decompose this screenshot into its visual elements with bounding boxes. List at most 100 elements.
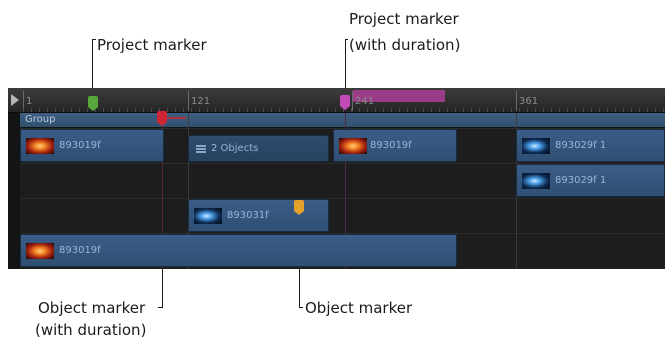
- ruler-minor-tick: [71, 108, 72, 112]
- playhead-icon[interactable]: [11, 94, 19, 106]
- ruler-minor-tick: [143, 108, 144, 112]
- ruler-minor-tick: [359, 108, 360, 112]
- ruler-minor-tick: [575, 108, 576, 112]
- track-row: [20, 198, 665, 234]
- ruler-minor-tick: [263, 108, 264, 112]
- ruler-minor-tick: [287, 108, 288, 112]
- ruler-minor-tick: [407, 108, 408, 112]
- ruler-minor-tick: [271, 108, 272, 112]
- group-row[interactable]: Group: [20, 113, 665, 127]
- timeline-ruler[interactable]: 1 121 241 361: [8, 88, 665, 113]
- ruler-minor-tick: [423, 108, 424, 112]
- ruler-minor-tick: [391, 108, 392, 112]
- ruler-minor-tick: [647, 108, 648, 112]
- leader-object-marker-duration-tick: [158, 307, 162, 308]
- ruler-tick: [188, 91, 189, 111]
- ruler-minor-tick: [47, 108, 48, 112]
- ruler-minor-tick: [127, 108, 128, 112]
- leader-object-marker-tick: [299, 307, 303, 308]
- ruler-minor-tick: [367, 108, 368, 112]
- ruler-minor-tick: [151, 108, 152, 112]
- callout-project-marker: Project marker: [97, 36, 207, 54]
- project-marker-icon[interactable]: [88, 96, 98, 111]
- clip-row3-1[interactable]: 893031f: [188, 199, 329, 232]
- ruler-minor-tick: [519, 108, 520, 112]
- ruler-minor-tick: [111, 108, 112, 112]
- ruler-minor-tick: [351, 108, 352, 112]
- ruler-label-121: 121: [191, 96, 211, 107]
- object-marker-icon[interactable]: [294, 200, 304, 215]
- clip-thumbnail-icon: [26, 138, 54, 154]
- ruler-label-241: 241: [355, 96, 375, 107]
- ruler-minor-tick: [383, 108, 384, 112]
- ruler-minor-tick: [279, 108, 280, 112]
- ruler-minor-tick: [415, 108, 416, 112]
- callout-object-marker: Object marker: [305, 299, 413, 317]
- clip-row1-1[interactable]: 893019f: [20, 129, 164, 162]
- ruler-minor-tick: [607, 108, 608, 112]
- ruler-tick: [516, 91, 517, 111]
- clip-label: 893019f: [59, 140, 101, 151]
- ruler-minor-tick: [183, 108, 184, 112]
- ruler-minor-tick: [207, 108, 208, 112]
- ruler-minor-tick: [599, 108, 600, 112]
- clip-thumbnail-icon: [339, 138, 367, 154]
- ruler-minor-tick: [215, 108, 216, 112]
- ruler-minor-tick: [31, 108, 32, 112]
- ruler-minor-tick: [63, 108, 64, 112]
- leader-project-marker: [92, 39, 93, 93]
- clip-row2-1[interactable]: 893029f 1: [516, 164, 665, 197]
- clip-thumbnail-icon: [194, 208, 222, 224]
- ruler-minor-tick: [503, 108, 504, 112]
- clip-thumbnail-icon: [522, 138, 550, 154]
- ruler-minor-tick: [631, 108, 632, 112]
- object-marker-duration-bar[interactable]: [166, 117, 186, 119]
- ruler-minor-tick: [175, 108, 176, 112]
- leader-project-marker-duration-tick: [345, 39, 348, 40]
- clip-row4-1[interactable]: 893019f: [20, 234, 457, 267]
- ruler-minor-tick: [167, 108, 168, 112]
- ruler-minor-tick: [439, 108, 440, 112]
- ruler-minor-tick: [55, 108, 56, 112]
- timeline-panel[interactable]: 1 121 241 361 Group 893019f 2 Objects 89…: [8, 88, 665, 269]
- ruler-minor-tick: [255, 108, 256, 112]
- ruler-minor-tick: [295, 108, 296, 112]
- ruler-minor-tick: [447, 108, 448, 112]
- clip-label: 893031f: [227, 210, 269, 221]
- ruler-minor-tick: [527, 108, 528, 112]
- ruler-minor-tick: [223, 108, 224, 112]
- clip-label: 893019f: [370, 140, 412, 151]
- clip-row1-3[interactable]: 893029f 1: [516, 129, 665, 162]
- ruler-minor-tick: [471, 108, 472, 112]
- ruler-minor-tick: [551, 108, 552, 112]
- group-lines-icon: [196, 145, 206, 153]
- ruler-minor-tick: [399, 108, 400, 112]
- ruler-minor-tick: [431, 108, 432, 112]
- project-marker-duration-icon[interactable]: [340, 95, 350, 110]
- ruler-tick: [352, 91, 353, 111]
- ruler-minor-tick: [199, 108, 200, 112]
- ruler-minor-tick: [231, 108, 232, 112]
- ruler-minor-tick: [655, 108, 656, 112]
- clip-label: 893029f 1: [555, 140, 607, 151]
- clip-label: 893019f: [59, 245, 101, 256]
- callout-project-marker-duration-line2: (with duration): [349, 36, 461, 54]
- clip-group-2-objects[interactable]: 2 Objects: [188, 135, 329, 162]
- group-label: Group: [25, 114, 56, 125]
- clip-row1-2[interactable]: 893019f: [333, 129, 457, 162]
- ruler-minor-tick: [487, 108, 488, 112]
- ruler-minor-tick: [559, 108, 560, 112]
- callout-object-marker-duration-line2: (with duration): [35, 321, 147, 339]
- ruler-label-1: 1: [26, 96, 33, 107]
- ruler-minor-tick: [319, 108, 320, 112]
- ruler-minor-tick: [247, 108, 248, 112]
- clip-thumbnail-icon: [522, 173, 550, 189]
- clip-label: 893029f 1: [555, 175, 607, 186]
- callout-object-marker-duration-line1: Object marker: [38, 299, 146, 317]
- ruler-minor-tick: [327, 108, 328, 112]
- ruler-minor-tick: [479, 108, 480, 112]
- ruler-minor-tick: [567, 108, 568, 112]
- ruler-minor-tick: [583, 108, 584, 112]
- ruler-minor-tick: [463, 108, 464, 112]
- ruler-minor-tick: [591, 108, 592, 112]
